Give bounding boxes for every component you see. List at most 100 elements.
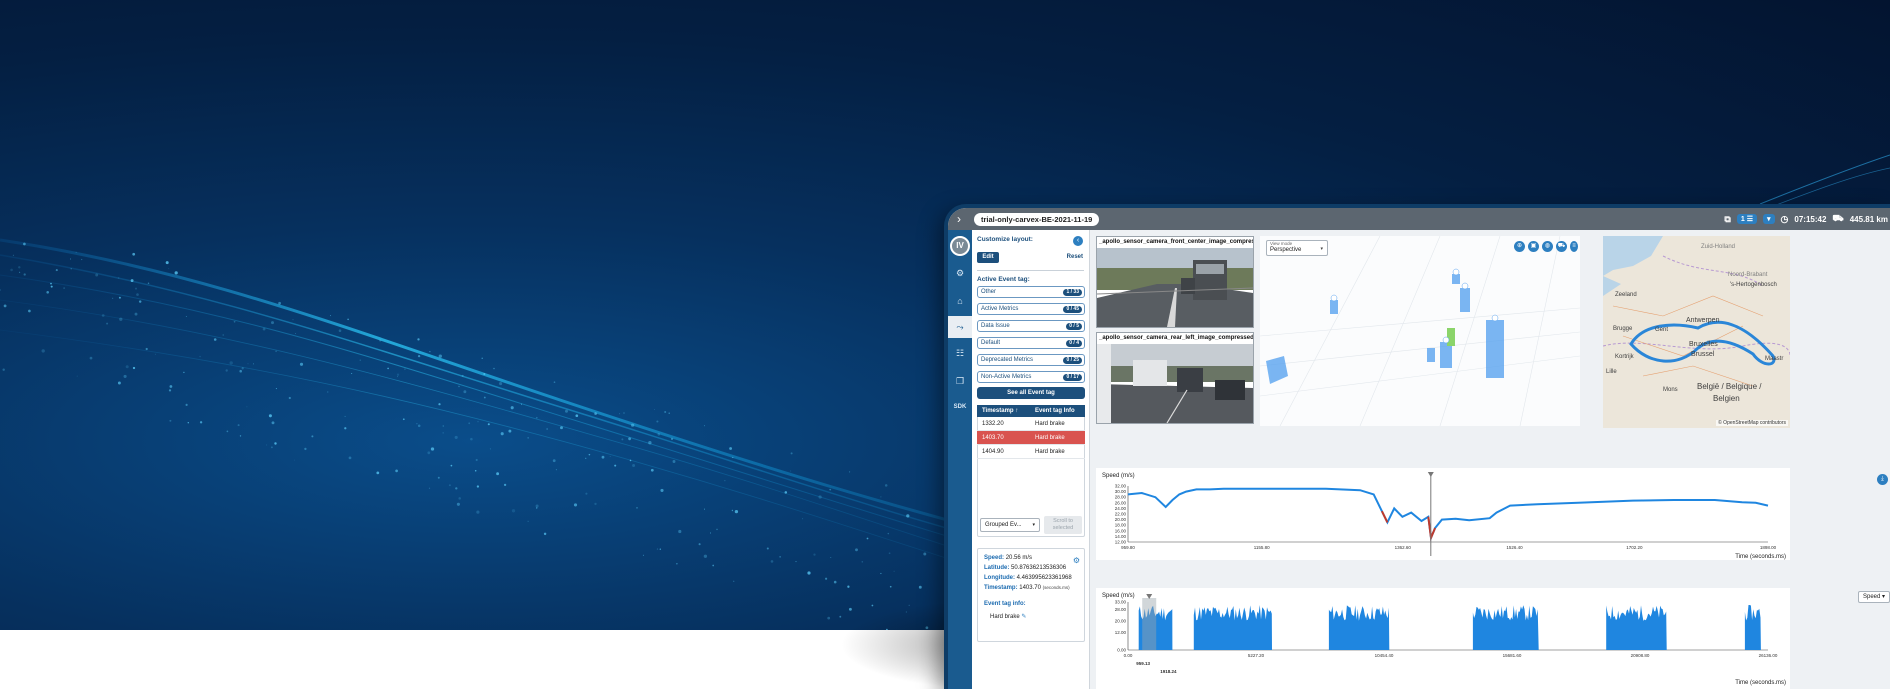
hero-dot xyxy=(330,315,332,317)
car-icon: ⛟ xyxy=(1832,213,1844,223)
event-tag-value: Hard brake xyxy=(990,614,1020,620)
hero-dot xyxy=(712,564,715,567)
globe-icon[interactable]: ◍ xyxy=(1542,241,1553,252)
hero-dot xyxy=(168,389,172,392)
scroll-to-selected-button[interactable]: Scroll to selected xyxy=(1044,516,1082,534)
vehicle-icon[interactable]: ⛟ xyxy=(1556,241,1567,252)
hero-dot xyxy=(496,472,500,476)
y-tick-label: 33.00 xyxy=(1115,600,1127,605)
hero-dot xyxy=(861,561,864,563)
hero-dot xyxy=(546,428,548,430)
layers-icon[interactable]: ≡ xyxy=(1570,241,1578,252)
speed-chart-overview[interactable]: Speed (m/s) Time (seconds.ms) 33.00 28.00 20… xyxy=(1096,588,1790,689)
view-mode-select[interactable]: View mode Perspective ▾ xyxy=(1266,240,1328,256)
download-icon[interactable]: ⤓ xyxy=(1877,474,1888,485)
hero-dot xyxy=(476,485,480,488)
session-time: 07:15:42 xyxy=(1794,214,1827,224)
edit-icon[interactable]: ✎ xyxy=(1021,614,1026,620)
tag-filter-data-issue[interactable]: Data Issue 0 / 5 xyxy=(977,320,1085,332)
speed-area-segment xyxy=(1193,605,1272,650)
map-panel[interactable]: Zuid-Holland Noord-Brabant Zeeland 's-He… xyxy=(1603,236,1790,428)
edit-button[interactable]: Edit xyxy=(977,252,999,263)
hero-dot xyxy=(732,456,734,459)
chevron-right-icon[interactable]: › xyxy=(948,212,970,226)
hero-dot xyxy=(397,376,398,378)
list-count-badge[interactable]: 1 ☰ xyxy=(1736,214,1757,224)
hero-dot xyxy=(233,320,236,323)
left-rail: IV ⚙ ⌂ ⤳ ☷ ❐ SDK xyxy=(948,230,972,689)
hero-dot xyxy=(299,362,304,366)
hero-dot xyxy=(766,547,769,550)
hero-dot xyxy=(830,556,832,558)
tag-filter-default[interactable]: Default 0 / 4 xyxy=(977,337,1085,349)
select-value: Grouped Ev... xyxy=(985,522,1022,528)
column-timestamp[interactable]: Timestamp ↑ xyxy=(977,405,1035,417)
hero-dot xyxy=(653,409,655,411)
hero-dot xyxy=(594,412,597,415)
trial-title[interactable]: trial-only-carvex-BE-2021-11-19 xyxy=(974,212,1100,226)
target-icon[interactable]: ⊕ xyxy=(1514,241,1525,252)
hero-dot xyxy=(19,271,21,273)
gear-icon[interactable]: ⚙ xyxy=(1073,556,1080,565)
hero-dot xyxy=(199,421,203,424)
timestamp-line: Timestamp: 1403.70 (seconds.ms) xyxy=(984,585,1070,591)
checklist-icon[interactable]: ☷ xyxy=(948,342,972,364)
hero-dot xyxy=(807,571,811,575)
camera-rear-left-image xyxy=(1097,344,1253,423)
avatar[interactable]: IV xyxy=(950,236,970,256)
y-tick-label: 30.00 xyxy=(1115,489,1127,494)
grouped-events-select[interactable]: Grouped Ev... ▾ xyxy=(980,518,1040,532)
metric-select[interactable]: Speed ▾ xyxy=(1858,591,1890,603)
selected-window xyxy=(1142,598,1157,650)
tag-filter-active-metrics[interactable]: Active Metrics 0 / 45 xyxy=(977,303,1085,315)
see-all-event-tag-button[interactable]: See all Event tag xyxy=(977,387,1085,399)
hero-dot xyxy=(450,464,453,467)
row-timestamp: 1332.20 xyxy=(982,421,1004,427)
tag-filter-other[interactable]: Other 1 / 33 xyxy=(977,286,1085,298)
hero-dot xyxy=(344,427,347,430)
table-row[interactable]: 1404.90 Hard brake xyxy=(977,445,1085,459)
table-row[interactable]: 1332.20 Hard brake xyxy=(977,417,1085,431)
latitude-key: Latitude: xyxy=(984,565,1010,571)
lidar-3d-view[interactable]: View mode Perspective ▾ ⊕ ▣ ◍ ⛟ ≡ xyxy=(1260,236,1580,426)
longitude-value: 4.463995623361968 xyxy=(1016,575,1072,581)
dropdown-toggle[interactable]: ▾ xyxy=(1763,214,1775,224)
library-icon[interactable]: ❐ xyxy=(948,370,972,392)
reset-button[interactable]: Reset xyxy=(1067,254,1083,260)
hero-dot xyxy=(818,495,822,499)
clock-icon: ◷ xyxy=(1780,213,1789,224)
camera-front-center-panel[interactable]: _apollo_sensor_camera_front_center_image… xyxy=(1096,236,1254,328)
tag-filter-deprecated-metrics[interactable]: Deprecated Metrics 0 / 25 xyxy=(977,354,1085,366)
route-icon[interactable]: ⤳ xyxy=(948,316,972,338)
speed-chart-detail[interactable]: Speed (m/s) Time (seconds.ms) 32.00 30.00 28… xyxy=(1096,468,1790,560)
hero-dot xyxy=(101,314,105,317)
hero-dot xyxy=(731,509,734,512)
map-label: Gent xyxy=(1655,327,1668,333)
hero-dot xyxy=(183,371,185,374)
table-row-selected[interactable]: 1403.70 Hard brake xyxy=(977,431,1085,445)
hero-dot xyxy=(41,349,45,353)
x-tick-label: 0.00 xyxy=(1124,653,1133,658)
camera-icon[interactable]: ▣ xyxy=(1528,241,1539,252)
speed-key: Speed: xyxy=(984,555,1005,561)
hero-dot xyxy=(827,616,831,620)
camera-rear-left-panel[interactable]: _apollo_sensor_camera_rear_left_image_co… xyxy=(1096,332,1254,424)
settings-icon[interactable]: ⚙ xyxy=(948,262,972,284)
column-event-tag-info[interactable]: Event tag Info xyxy=(1035,405,1085,417)
speed-value: 20.56 m/s xyxy=(1005,555,1033,561)
hero-dot xyxy=(348,456,352,460)
hero-dot xyxy=(95,273,99,277)
sdk-link[interactable]: SDK xyxy=(948,396,972,418)
hero-dot xyxy=(784,491,788,494)
hero-dot xyxy=(500,432,504,436)
map-label: Kortrijk xyxy=(1615,354,1635,360)
table-header: Timestamp ↑ Event tag Info xyxy=(977,405,1085,417)
collapse-panel-icon[interactable]: ‹ xyxy=(1073,236,1083,246)
distance: 445.81 km xyxy=(1849,214,1888,224)
tag-filter-non-active-metrics[interactable]: Non-Active Metrics 0 / 17 xyxy=(977,371,1085,383)
home-icon[interactable]: ⌂ xyxy=(948,290,972,312)
x-tick-label: 1526.40 xyxy=(1506,545,1523,550)
hero-dot xyxy=(716,528,718,531)
copy-icon[interactable]: ⧉ xyxy=(1724,214,1730,225)
hero-dot xyxy=(543,532,547,536)
